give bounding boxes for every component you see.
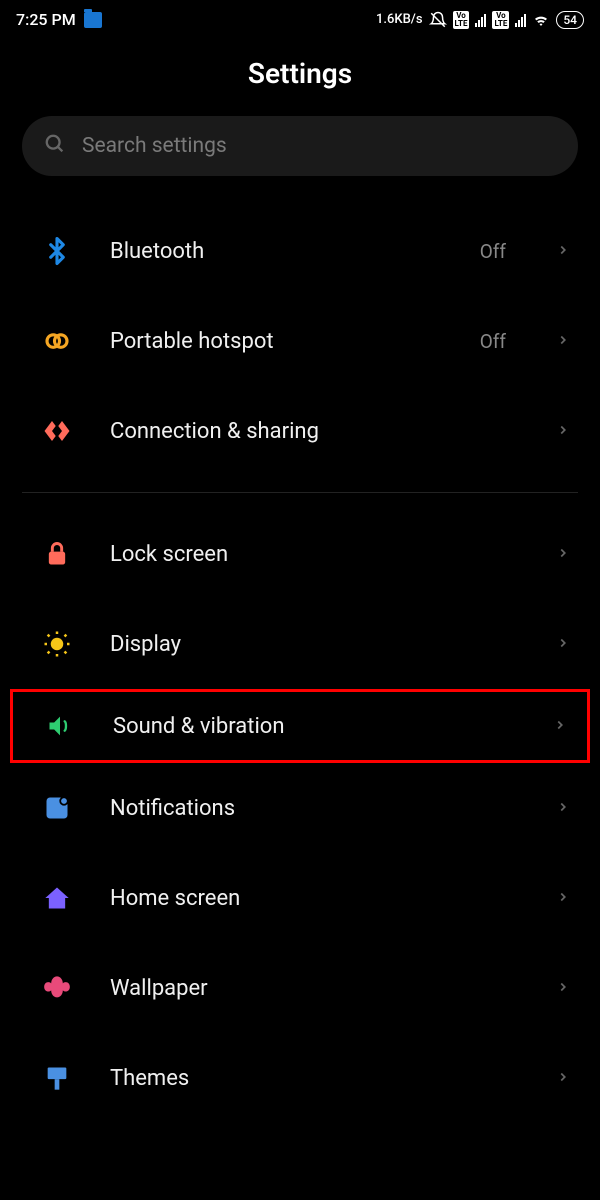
settings-list: Bluetooth Off Portable hotspot Off Conne… bbox=[0, 206, 600, 1123]
setting-label: Bluetooth bbox=[110, 239, 444, 264]
setting-item-themes[interactable]: Themes bbox=[0, 1033, 600, 1123]
setting-label: Portable hotspot bbox=[110, 329, 444, 354]
signal-icon-1 bbox=[475, 13, 486, 27]
setting-item-lock-screen[interactable]: Lock screen bbox=[0, 509, 600, 599]
chevron-right-icon bbox=[556, 545, 570, 564]
home-icon bbox=[40, 881, 74, 915]
search-placeholder: Search settings bbox=[82, 134, 227, 158]
wifi-icon bbox=[532, 11, 550, 29]
setting-label: Connection & sharing bbox=[110, 419, 520, 444]
setting-item-connection-sharing[interactable]: Connection & sharing bbox=[0, 386, 600, 476]
setting-label: Home screen bbox=[110, 886, 520, 911]
setting-status: Off bbox=[480, 330, 506, 353]
bluetooth-icon bbox=[40, 234, 74, 268]
setting-status: Off bbox=[480, 240, 506, 263]
chevron-right-icon bbox=[556, 242, 570, 261]
chevron-right-icon bbox=[556, 422, 570, 441]
setting-label: Themes bbox=[110, 1066, 520, 1091]
setting-item-wallpaper[interactable]: Wallpaper bbox=[0, 943, 600, 1033]
signal-icon-2 bbox=[515, 13, 526, 27]
dnd-icon bbox=[429, 11, 447, 29]
chevron-right-icon bbox=[556, 1069, 570, 1088]
chevron-right-icon bbox=[556, 635, 570, 654]
hotspot-icon bbox=[40, 324, 74, 358]
notifications-icon bbox=[40, 791, 74, 825]
divider bbox=[22, 492, 578, 493]
chevron-right-icon bbox=[556, 799, 570, 818]
sun-icon bbox=[40, 627, 74, 661]
status-time: 7:25 PM bbox=[16, 10, 76, 29]
chevron-right-icon bbox=[556, 332, 570, 351]
setting-item-sound-vibration[interactable]: Sound & vibration bbox=[10, 689, 590, 763]
search-icon bbox=[44, 133, 66, 159]
page-title: Settings bbox=[0, 57, 600, 90]
setting-item-bluetooth[interactable]: Bluetooth Off bbox=[0, 206, 600, 296]
volte-badge-2: VoLTE bbox=[492, 11, 509, 29]
chevron-right-icon bbox=[556, 889, 570, 908]
status-bar: 7:25 PM 1.6KB/s VoLTE VoLTE 54 bbox=[0, 0, 600, 35]
chevron-right-icon bbox=[556, 979, 570, 998]
folder-app-icon bbox=[84, 12, 102, 28]
brush-icon bbox=[40, 1061, 74, 1095]
setting-label: Wallpaper bbox=[110, 976, 520, 1001]
setting-item-hotspot[interactable]: Portable hotspot Off bbox=[0, 296, 600, 386]
setting-item-home-screen[interactable]: Home screen bbox=[0, 853, 600, 943]
setting-label: Notifications bbox=[110, 796, 520, 821]
lock-icon bbox=[40, 537, 74, 571]
setting-item-display[interactable]: Display bbox=[0, 599, 600, 689]
setting-label: Lock screen bbox=[110, 542, 520, 567]
setting-item-notifications[interactable]: Notifications bbox=[0, 763, 600, 853]
setting-label: Display bbox=[110, 632, 520, 657]
connection-icon bbox=[40, 414, 74, 448]
sound-icon bbox=[43, 709, 77, 743]
setting-label: Sound & vibration bbox=[113, 714, 517, 739]
battery-indicator: 54 bbox=[556, 11, 584, 29]
flower-icon bbox=[40, 971, 74, 1005]
chevron-right-icon bbox=[553, 717, 567, 736]
search-input[interactable]: Search settings bbox=[22, 116, 578, 176]
volte-badge-1: VoLTE bbox=[453, 11, 470, 29]
status-data-rate: 1.6KB/s bbox=[376, 12, 423, 27]
